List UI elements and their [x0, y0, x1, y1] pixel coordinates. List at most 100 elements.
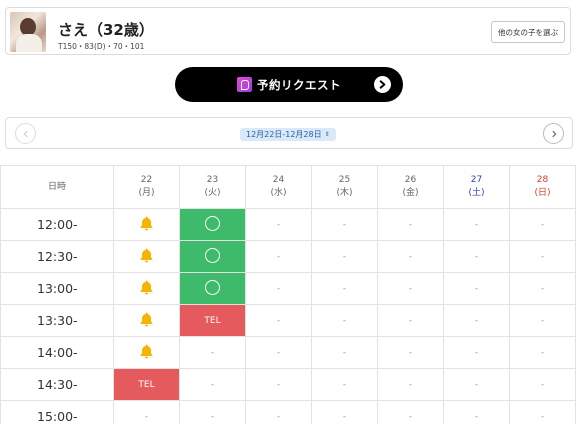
caret-icon: ⇕	[324, 131, 330, 138]
avatar	[10, 12, 46, 52]
slot-unavailable: -	[377, 208, 444, 241]
header-row: 日時 22 (月) 23 (火) 24 (水) 25 (木) 26 (金) 27 (土) 28 (日)	[0, 165, 576, 209]
slot-unavailable: -	[443, 240, 510, 273]
slot-waitlist[interactable]	[113, 304, 180, 337]
time-slot-label: 13:00-	[0, 272, 114, 305]
slot-unavailable: -	[377, 240, 444, 273]
day-date: 25	[338, 175, 351, 185]
day-date: 24	[272, 175, 285, 185]
day-date: 26	[404, 175, 417, 185]
slot-unavailable: -	[443, 272, 510, 305]
slot-unavailable: -	[443, 208, 510, 241]
circle-icon	[205, 247, 220, 263]
girl-stats: T150・83(D)・70・101	[58, 42, 145, 51]
next-week-button[interactable]	[543, 123, 564, 144]
slot-unavailable: -	[245, 368, 312, 401]
bell-icon	[140, 312, 153, 327]
slot-unavailable: -	[443, 336, 510, 369]
prev-week-button[interactable]	[15, 123, 36, 144]
date-range-select[interactable]: 12月22日-12月28日 ⇕	[240, 128, 336, 141]
time-slot-label: 14:00-	[0, 336, 114, 369]
slot-unavailable: -	[245, 272, 312, 305]
slot-unavailable: -	[311, 304, 378, 337]
date-range-label: 12月22日-12月28日	[246, 130, 322, 139]
slot-waitlist[interactable]	[113, 272, 180, 305]
slot-unavailable: -	[509, 240, 576, 273]
slot-waitlist[interactable]	[113, 336, 180, 369]
slot-unavailable: -	[311, 336, 378, 369]
day-of-week: (日)	[534, 188, 551, 198]
slot-tel[interactable]: TEL	[113, 368, 180, 401]
day-header: 27 (土)	[443, 165, 510, 209]
circle-icon	[205, 215, 220, 231]
date-navigation: 12月22日-12月28日 ⇕	[5, 117, 573, 149]
table-row: 14:00- - - - - - -	[0, 336, 576, 369]
profile-card: さえ（32歳） T150・83(D)・70・101 他の女の子を選ぶ	[5, 7, 571, 55]
slot-tel[interactable]: TEL	[179, 304, 246, 337]
chevron-left-icon	[23, 130, 28, 137]
slot-unavailable: -	[311, 368, 378, 401]
day-of-week: (木)	[336, 188, 353, 198]
slot-unavailable: -	[179, 336, 246, 369]
bell-icon	[140, 344, 153, 359]
day-of-week: (水)	[270, 188, 287, 198]
slot-unavailable: -	[377, 368, 444, 401]
other-girls-button[interactable]: 他の女の子を選ぶ	[491, 21, 565, 43]
day-header: 22 (月)	[113, 165, 180, 209]
day-date: 22	[140, 175, 153, 185]
reserve-request-button[interactable]: 予約リクエスト	[175, 67, 403, 102]
day-of-week: (金)	[402, 188, 419, 198]
slot-unavailable: -	[509, 368, 576, 401]
slot-waitlist[interactable]	[113, 240, 180, 273]
slot-unavailable: -	[377, 336, 444, 369]
day-header: 25 (木)	[311, 165, 378, 209]
slot-waitlist[interactable]	[113, 208, 180, 241]
slot-unavailable: -	[245, 336, 312, 369]
day-header: 24 (水)	[245, 165, 312, 209]
slot-unavailable: -	[443, 304, 510, 337]
slot-unavailable: -	[443, 368, 510, 401]
slot-unavailable: -	[509, 400, 576, 424]
arrow-right-icon	[374, 76, 391, 93]
bell-icon	[140, 280, 153, 295]
slot-unavailable: -	[245, 304, 312, 337]
slot-unavailable: -	[311, 240, 378, 273]
time-slot-label: 12:00-	[0, 208, 114, 241]
day-date: 23	[206, 175, 219, 185]
datetime-header: 日時	[0, 165, 114, 209]
slot-unavailable: -	[443, 400, 510, 424]
table-row: 12:30- - - - - -	[0, 240, 576, 273]
table-row: 13:00- - - - - -	[0, 272, 576, 305]
slot-unavailable: -	[245, 240, 312, 273]
day-header: 28 (日)	[509, 165, 576, 209]
day-date: 27	[470, 175, 483, 185]
girl-name: さえ（32歳）	[58, 21, 154, 39]
slot-unavailable: -	[245, 208, 312, 241]
slot-available[interactable]	[179, 272, 246, 305]
slot-unavailable: -	[179, 400, 246, 424]
bell-icon	[140, 248, 153, 263]
day-of-week: (月)	[138, 188, 155, 198]
circle-icon	[205, 279, 220, 295]
time-slot-label: 13:30-	[0, 304, 114, 337]
slot-unavailable: -	[311, 208, 378, 241]
logo-icon	[237, 77, 252, 92]
slot-unavailable: -	[509, 208, 576, 241]
reserve-request-label: 予約リクエスト	[257, 77, 341, 92]
slot-unavailable: -	[509, 272, 576, 305]
day-header: 23 (火)	[179, 165, 246, 209]
day-header: 26 (金)	[377, 165, 444, 209]
slot-available[interactable]	[179, 208, 246, 241]
table-row: 12:00- - - - - -	[0, 208, 576, 241]
slot-unavailable: -	[377, 272, 444, 305]
chevron-right-icon	[551, 130, 556, 137]
bell-icon	[140, 216, 153, 231]
slot-unavailable: -	[179, 368, 246, 401]
slot-available[interactable]	[179, 240, 246, 273]
slot-unavailable: -	[311, 400, 378, 424]
slot-unavailable: -	[377, 304, 444, 337]
slot-unavailable: -	[245, 400, 312, 424]
day-of-week: (火)	[204, 188, 221, 198]
table-row: 13:30- TEL - - - - -	[0, 304, 576, 337]
slot-unavailable: -	[509, 304, 576, 337]
